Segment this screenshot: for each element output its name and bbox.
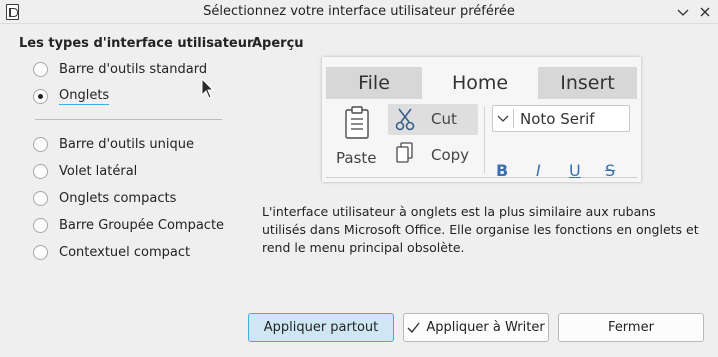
preview-font-name: Noto Serif bbox=[520, 110, 595, 128]
preview-tab-home: Home bbox=[422, 67, 538, 99]
radio-button[interactable] bbox=[33, 190, 48, 206]
radio-tabbed[interactable]: Onglets bbox=[33, 86, 110, 106]
radio-sidebar[interactable]: Volet latéral bbox=[33, 161, 137, 181]
apply-all-button[interactable]: Appliquer partout bbox=[248, 313, 394, 342]
radio-label: Barre d'outils standard bbox=[59, 61, 208, 77]
radio-button[interactable] bbox=[33, 136, 48, 152]
radio-label: Barre Groupée Compacte bbox=[59, 217, 225, 233]
close-label: Fermer bbox=[608, 320, 654, 335]
mouse-cursor-icon bbox=[201, 78, 215, 99]
radio-label: Onglets bbox=[59, 87, 110, 105]
checkmark-icon bbox=[407, 322, 420, 333]
preview-separator bbox=[484, 107, 485, 173]
preview-tab-insert: Insert bbox=[560, 72, 615, 94]
preview-tab-bar: File Home Insert bbox=[326, 67, 637, 99]
radio-button[interactable] bbox=[33, 163, 48, 179]
chevron-down-icon[interactable] bbox=[674, 3, 692, 21]
radio-button-selected[interactable] bbox=[33, 88, 48, 104]
window-title: Sélectionnez votre interface utilisateur… bbox=[203, 4, 515, 19]
preview-image: File Home Insert Paste Cut Copy Noto Ser… bbox=[322, 57, 641, 182]
separator bbox=[35, 119, 222, 120]
apply-all-label: Appliquer partout bbox=[263, 320, 379, 335]
preview-copy-label: Copy bbox=[431, 146, 470, 164]
radio-button[interactable] bbox=[33, 244, 48, 260]
preview-italic: I bbox=[536, 161, 541, 180]
radio-single-toolbar[interactable]: Barre d'outils unique bbox=[33, 134, 194, 154]
preview-underline: U bbox=[569, 161, 581, 180]
preview-paste-label: Paste bbox=[336, 149, 377, 167]
preview-bold: B bbox=[496, 161, 509, 180]
preview-tab-file: File bbox=[358, 72, 390, 94]
close-button[interactable]: Fermer bbox=[558, 313, 704, 342]
preview-ribbon: Paste Cut Copy Noto Serif bbox=[326, 99, 637, 178]
apply-writer-button[interactable]: Appliquer à Writer bbox=[403, 313, 549, 342]
ui-types-heading: Les types d'interface utilisateur bbox=[19, 36, 254, 51]
close-icon[interactable] bbox=[696, 3, 714, 21]
radio-button[interactable] bbox=[33, 61, 48, 77]
radio-standard-toolbar[interactable]: Barre d'outils standard bbox=[33, 59, 207, 79]
preview-heading: Aperçu bbox=[252, 36, 304, 51]
title-bar: Sélectionnez votre interface utilisateur… bbox=[0, 0, 718, 24]
preview-strikethrough: S bbox=[605, 161, 616, 180]
radio-label: Contextuel compact bbox=[59, 244, 191, 260]
description-text: L'interface utilisateur à onglets est la… bbox=[262, 204, 699, 255]
preview-cut-label: Cut bbox=[431, 110, 457, 128]
radio-label: Barre d'outils unique bbox=[59, 136, 195, 152]
radio-contextual-single[interactable]: Contextuel compact bbox=[33, 242, 190, 262]
apply-writer-label: Appliquer à Writer bbox=[426, 320, 545, 335]
radio-groupedbar-compact[interactable]: Barre Groupée Compacte bbox=[33, 215, 224, 235]
scissors-icon bbox=[395, 108, 415, 131]
radio-label: Onglets compacts bbox=[59, 190, 177, 206]
paste-icon bbox=[345, 106, 369, 139]
copy-icon bbox=[396, 142, 413, 163]
chevron-down-icon bbox=[497, 115, 509, 122]
radio-label: Volet latéral bbox=[59, 163, 138, 179]
radio-tabbed-compact[interactable]: Onglets compacts bbox=[33, 188, 176, 208]
preview-font-box: Noto Serif bbox=[492, 105, 630, 132]
radio-button[interactable] bbox=[33, 217, 48, 233]
